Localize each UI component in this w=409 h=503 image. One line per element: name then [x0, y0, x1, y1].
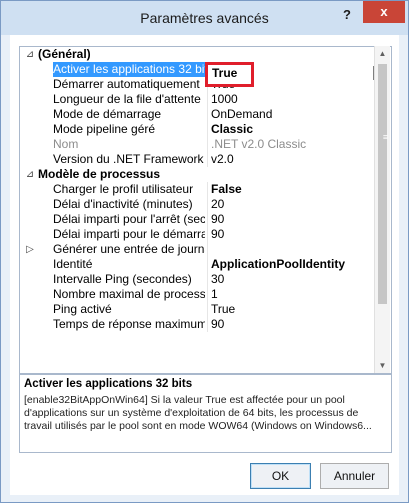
property-name: Délai imparti pour le démarrage: [53, 227, 205, 241]
property-name: Identité: [53, 257, 93, 271]
property-row[interactable]: Délai d'inactivité (minutes) 20: [20, 197, 375, 212]
property-row[interactable]: Délai imparti pour l'arrêt (seconde 90: [20, 212, 375, 227]
property-row[interactable]: Temps de réponse maximum à un 90: [20, 317, 375, 332]
property-row[interactable]: ▷ Générer une entrée de journal de: [20, 242, 375, 257]
column-divider: [207, 242, 208, 257]
vertical-scrollbar[interactable]: ▲ ≡ ▼: [374, 46, 390, 373]
property-value[interactable]: True: [211, 302, 371, 317]
property-name: Ping activé: [53, 302, 112, 316]
column-divider: [207, 272, 208, 287]
column-divider: [207, 92, 208, 107]
cancel-button[interactable]: Annuler: [320, 463, 389, 489]
property-list: ⊿ (Général) Activer les applications 32 bi…: [20, 47, 375, 332]
property-row[interactable]: Ping activé True: [20, 302, 375, 317]
close-button[interactable]: x: [363, 1, 405, 23]
property-value[interactable]: 1: [211, 287, 371, 302]
property-value[interactable]: Classic: [211, 122, 371, 137]
grip-icon: ≡: [382, 132, 389, 142]
property-row[interactable]: Activer les applications 32 bits True: [20, 62, 375, 77]
category-row[interactable]: ⊿ (Général): [20, 47, 375, 62]
property-value[interactable]: 90: [211, 212, 371, 227]
property-name: Démarrer automatiquement: [53, 77, 200, 91]
column-divider: [207, 212, 208, 227]
column-divider: [207, 197, 208, 212]
property-row[interactable]: Nom .NET v2.0 Classic: [20, 137, 375, 152]
property-name: Délai imparti pour l'arrêt (seconde: [53, 212, 205, 226]
property-value: .NET v2.0 Classic: [211, 137, 307, 151]
column-divider: [207, 182, 208, 197]
column-divider: [207, 107, 208, 122]
column-divider: [207, 152, 208, 167]
scroll-thumb[interactable]: ≡: [378, 64, 388, 304]
property-name: Délai d'inactivité (minutes): [53, 197, 193, 211]
property-name: Intervalle Ping (secondes): [53, 272, 192, 286]
property-row[interactable]: Délai imparti pour le démarrage 90: [20, 227, 375, 242]
property-value[interactable]: [211, 242, 371, 257]
title-bar[interactable]: Paramètres avancés ? x: [1, 1, 408, 35]
property-name: Mode de démarrage: [53, 107, 162, 121]
property-value[interactable]: OnDemand: [211, 107, 371, 122]
property-value[interactable]: v2.0: [211, 152, 371, 167]
property-name: Mode pipeline géré: [53, 122, 156, 136]
scroll-up-icon[interactable]: ▲: [375, 46, 390, 61]
property-row[interactable]: Démarrer automatiquementTrue: [20, 77, 375, 92]
property-grid: ⊿ (Général) Activer les applications 32 bi…: [19, 46, 392, 374]
column-divider: [207, 137, 208, 152]
property-row[interactable]: Identité ApplicationPoolIdentity: [20, 257, 375, 272]
description-title: Activer les applications 32 bits: [24, 378, 193, 390]
collapse-arrow-icon[interactable]: ⊿: [24, 47, 36, 62]
help-button[interactable]: ?: [334, 5, 360, 25]
property-value[interactable]: 20: [211, 197, 371, 212]
column-divider: [207, 317, 208, 332]
property-name: Charger le profil utilisateur: [53, 182, 194, 196]
property-row[interactable]: Mode pipeline géré Classic: [20, 122, 375, 137]
ok-button[interactable]: OK: [250, 463, 311, 489]
category-label: Modèle de processus: [38, 167, 161, 181]
description-panel: Activer les applications 32 bits [enable…: [19, 374, 392, 453]
property-name: Version du .NET Framework: [53, 152, 204, 166]
selected-value-editor[interactable]: True: [205, 62, 254, 87]
property-name: Temps de réponse maximum à un: [53, 317, 205, 331]
column-divider: [207, 257, 208, 272]
property-row[interactable]: Version du .NET Framework v2.0: [20, 152, 375, 167]
column-divider: [207, 122, 208, 137]
property-name: Activer les applications 32 bits: [53, 62, 205, 77]
property-row[interactable]: Mode de démarrage OnDemand: [20, 107, 375, 122]
property-row[interactable]: Intervalle Ping (secondes) 30: [20, 272, 375, 287]
column-divider: [207, 227, 208, 242]
column-divider: [207, 302, 208, 317]
property-row[interactable]: Charger le profil utilisateur False: [20, 182, 375, 197]
description-text: [enable32BitAppOnWin64] Si la valeur Tru…: [24, 394, 372, 432]
property-name: Nombre maximal de processus d: [53, 287, 205, 301]
expand-arrow-icon[interactable]: ▷: [24, 242, 36, 257]
scroll-down-icon[interactable]: ▼: [375, 358, 390, 373]
property-row[interactable]: Longueur de la file d'attente 1000: [20, 92, 375, 107]
property-name: Nom: [53, 137, 79, 151]
property-name: Générer une entrée de journal de: [53, 242, 205, 256]
category-row[interactable]: ⊿ Modèle de processus: [20, 167, 375, 182]
property-name: Longueur de la file d'attente: [53, 92, 201, 106]
selected-value-text: True: [212, 66, 238, 80]
property-value[interactable]: 90: [211, 227, 371, 242]
property-value[interactable]: ApplicationPoolIdentity: [211, 257, 371, 272]
property-value[interactable]: False: [211, 182, 371, 197]
property-value[interactable]: 1000: [211, 92, 371, 107]
column-divider: [207, 287, 208, 302]
category-label: (Général): [38, 47, 91, 61]
collapse-arrow-icon[interactable]: ⊿: [24, 167, 36, 182]
property-value[interactable]: 30: [211, 272, 371, 287]
property-value[interactable]: 90: [211, 317, 371, 332]
property-row[interactable]: Nombre maximal de processus d 1: [20, 287, 375, 302]
